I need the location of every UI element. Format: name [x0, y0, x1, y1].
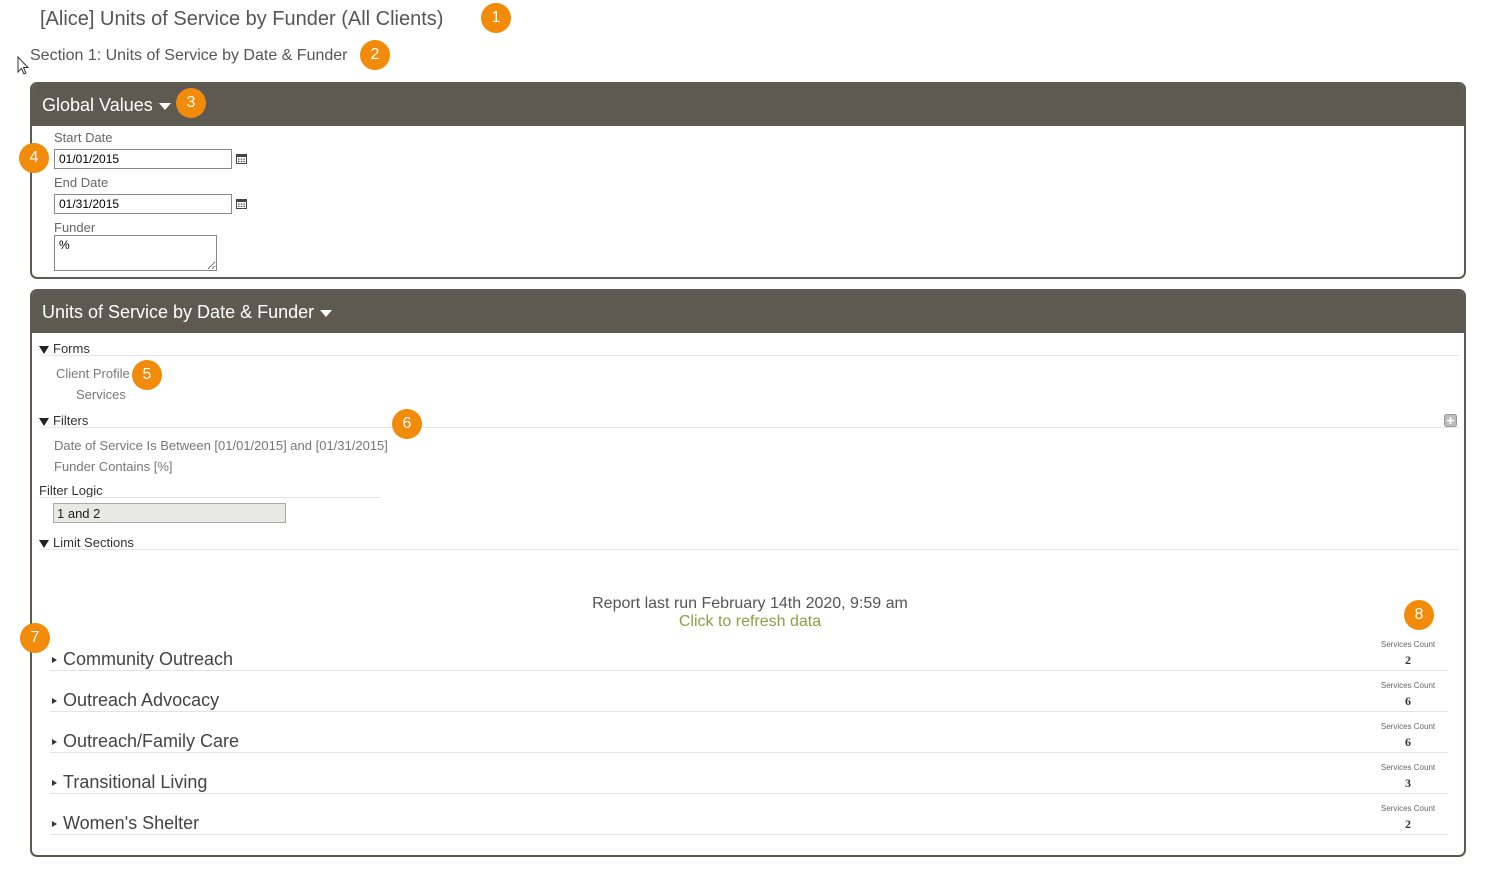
divider	[50, 834, 1448, 835]
end-date-label: End Date	[54, 175, 109, 190]
services-count-label: Services Count	[1380, 804, 1436, 813]
callout-badge-7: 7	[20, 623, 50, 653]
funder-label: Funder	[54, 220, 96, 235]
callout-badge-6: 6	[392, 409, 422, 439]
divider	[50, 793, 1448, 794]
mouse-cursor-icon	[17, 56, 30, 75]
section-title: Section 1: Units of Service by Date & Fu…	[30, 47, 348, 64]
units-panel-header[interactable]: Units of Service by Date & Funder	[32, 291, 1464, 333]
form-item-client-profile: Client Profile	[56, 366, 130, 381]
global-values-header[interactable]: Global Values	[32, 84, 1464, 126]
divider	[50, 670, 1448, 671]
report-title: [Alice] Units of Service by Funder (All …	[40, 8, 444, 30]
filter-logic-label: Filter Logic	[39, 483, 103, 498]
units-of-service-panel: Units of Service by Date & Funder Forms …	[30, 289, 1466, 857]
form-item-services: Services	[76, 387, 126, 402]
forms-label: Forms	[53, 341, 90, 356]
group-row-transitional-living[interactable]: Transitional Living Services Count 3	[50, 760, 1448, 800]
caret-down-icon	[320, 309, 333, 317]
services-count-label: Services Count	[1380, 722, 1436, 731]
services-count-value: 6	[1405, 735, 1411, 749]
limit-sections-label: Limit Sections	[53, 535, 134, 550]
group-row-community-outreach[interactable]: Community Outreach Services Count 2	[50, 637, 1448, 677]
calendar-icon[interactable]	[236, 198, 247, 209]
group-name: Women's Shelter	[63, 813, 200, 833]
filters-toggle[interactable]: Filters	[39, 413, 88, 428]
filter-item-2: Funder Contains [%]	[54, 459, 173, 474]
divider	[39, 549, 1459, 550]
group-name: Outreach Advocacy	[63, 690, 220, 710]
services-count-label: Services Count	[1380, 640, 1436, 649]
callout-badge-3: 3	[176, 88, 206, 118]
group-row-outreach-family-care[interactable]: Outreach/Family Care Services Count 6	[50, 719, 1448, 759]
refresh-data-link[interactable]: Click to refresh data	[32, 613, 1464, 631]
divider	[39, 355, 1459, 356]
triangle-right-icon	[52, 739, 57, 745]
triangle-right-icon	[52, 780, 57, 786]
triangle-down-icon	[39, 345, 49, 354]
group-name: Community Outreach	[63, 649, 234, 669]
callout-badge-2: 2	[360, 40, 390, 70]
calendar-icon[interactable]	[236, 153, 247, 164]
group-row-womens-shelter[interactable]: Women's Shelter Services Count 2	[50, 801, 1448, 841]
services-count-value: 2	[1405, 817, 1411, 831]
add-filter-plus-icon[interactable]	[1444, 414, 1457, 427]
divider	[50, 752, 1448, 753]
report-last-run: Report last run February 14th 2020, 9:59…	[592, 595, 908, 612]
callout-badge-1: 1	[481, 3, 511, 33]
triangle-right-icon	[52, 657, 57, 663]
services-count-value: 2	[1405, 653, 1411, 667]
services-count-label: Services Count	[1380, 681, 1436, 690]
triangle-right-icon	[52, 821, 57, 827]
units-panel-title: Units of Service by Date & Funder	[42, 302, 315, 322]
services-count-label: Services Count	[1380, 763, 1436, 772]
forms-toggle[interactable]: Forms	[39, 341, 90, 356]
group-name: Transitional Living	[63, 772, 208, 792]
callout-badge-8: 8	[1404, 600, 1434, 630]
divider	[39, 427, 1459, 428]
start-date-input[interactable]	[54, 149, 232, 169]
filter-logic-input[interactable]	[53, 503, 286, 523]
end-date-input[interactable]	[54, 194, 232, 214]
triangle-down-icon	[39, 417, 49, 426]
funder-field[interactable]: %	[54, 235, 217, 271]
start-date-label: Start Date	[54, 130, 113, 145]
group-row-outreach-advocacy[interactable]: Outreach Advocacy Services Count 6	[50, 678, 1448, 718]
global-values-panel: Global Values Start Date End Date Funder…	[30, 82, 1466, 279]
limit-sections-toggle[interactable]: Limit Sections	[39, 535, 134, 550]
filters-label: Filters	[53, 413, 89, 428]
triangle-down-icon	[39, 539, 49, 548]
services-count-value: 3	[1405, 776, 1411, 790]
callout-badge-4: 4	[19, 143, 49, 173]
filter-item-1: Date of Service Is Between [01/01/2015] …	[54, 438, 388, 453]
services-count-value: 6	[1405, 694, 1411, 708]
global-values-title: Global Values	[42, 95, 153, 115]
callout-badge-5: 5	[132, 360, 162, 390]
group-name: Outreach/Family Care	[63, 731, 240, 751]
triangle-right-icon	[52, 698, 57, 704]
divider	[39, 497, 381, 498]
divider	[50, 711, 1448, 712]
caret-down-icon	[158, 102, 171, 110]
